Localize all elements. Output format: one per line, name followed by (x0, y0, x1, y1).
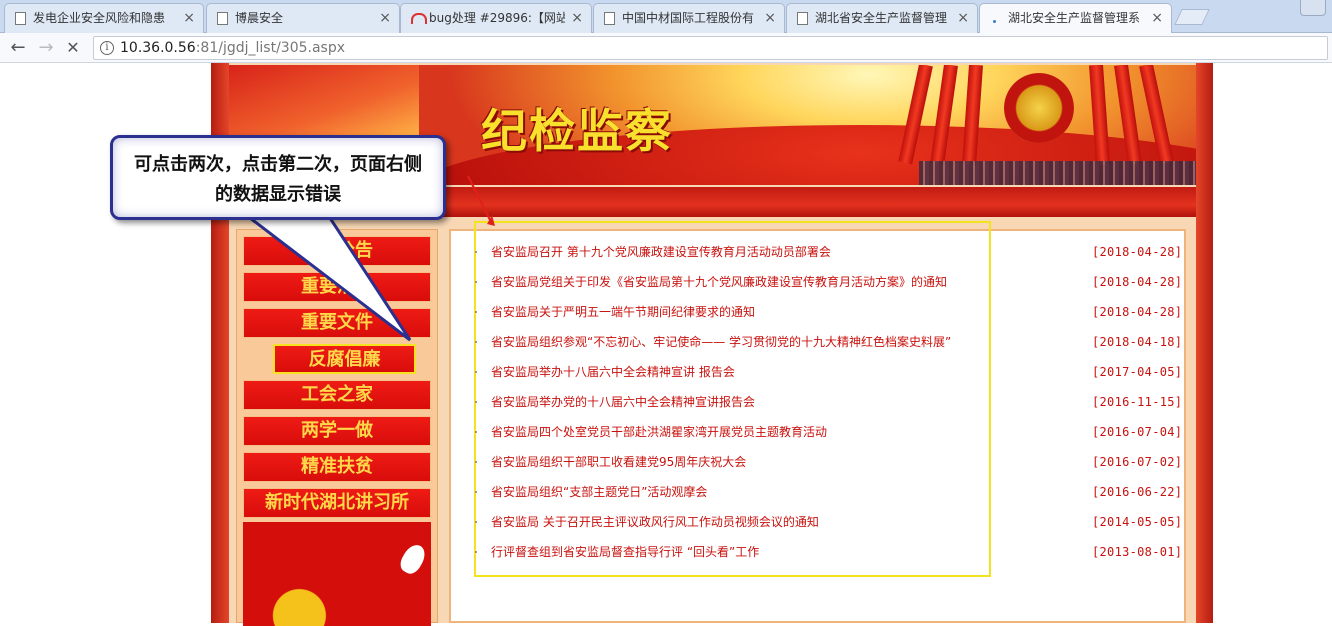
info-icon[interactable]: i (100, 41, 114, 55)
url-host: 10.36.0.56 (120, 40, 196, 56)
bullet-icon (475, 341, 477, 343)
article-date: [2016-11-15] (1092, 395, 1183, 409)
bullet-icon (475, 251, 477, 253)
callout-line: 可点击两次，点击第二次，页面右侧 (134, 154, 422, 175)
stop-loading-icon[interactable]: ✕ (62, 37, 84, 59)
tab-title: 湖北安全生产监督管理系 (1008, 11, 1141, 25)
article-title-link[interactable]: 行评督查组到省安监局督查指导行评 “回头看”工作 (491, 542, 759, 562)
bullet-icon (475, 551, 477, 553)
url-path: :81/jgdj_list/305.aspx (195, 40, 345, 56)
address-bar[interactable]: i 10.36.0.56:81/jgdj_list/305.aspx (93, 36, 1328, 60)
site-frame-right (1196, 63, 1213, 623)
article-title-link[interactable]: 省安监局组织参观“不忘初心、牢记使命—— 学习贯彻党的十九大精神红色档案史料展” (491, 332, 951, 352)
page-icon (604, 12, 615, 25)
article-date: [2017-04-05] (1092, 365, 1183, 379)
browser-tab[interactable]: 湖北省安全生产监督管理 × (786, 3, 978, 33)
article-title-link[interactable]: 省安监局举办党的十八届六中全会精神宣讲报告会 (491, 392, 755, 412)
bug-tracker-icon (411, 12, 427, 25)
bullet-icon (475, 371, 477, 373)
article-title-link[interactable]: 省安监局 关于召开民主评议政风行风工作动员视频会议的通知 (491, 512, 819, 532)
page-icon (217, 12, 228, 25)
browser-tab[interactable]: 发电企业安全风险和隐患 × (4, 3, 204, 33)
browser-tab[interactable]: bug处理 #29896:【网站 × (400, 3, 592, 33)
bullet-icon (475, 401, 477, 403)
article-date: [2018-04-18] (1092, 335, 1183, 349)
back-arrow-icon[interactable]: ← (7, 37, 29, 59)
tab-title: 博晨安全 (235, 11, 284, 25)
article-title-link[interactable]: 省安监局四个处室党员干部赴洪湖瞿家湾开展党员主题教育活动 (491, 422, 827, 442)
page-icon (797, 12, 808, 25)
browser-tab-active[interactable]: 湖北安全生产监督管理系 × (979, 3, 1172, 34)
browser-toolbar: ← → ✕ i 10.36.0.56:81/jgdj_list/305.aspx (0, 33, 1332, 63)
banner-crowd (919, 161, 1196, 185)
page-icon (15, 12, 26, 25)
forward-arrow-icon[interactable]: → (35, 37, 57, 59)
left-nav: 通知公告 重要活动 重要文件 反腐倡廉 工会之家 两学一做 精准扶贫 新时代湖北… (236, 229, 438, 626)
close-icon[interactable]: × (1151, 4, 1163, 32)
article-date: [2016-06-22] (1092, 485, 1183, 499)
article-date: [2016-07-02] (1092, 455, 1183, 469)
party-emblem-image (243, 522, 431, 626)
loading-dot-icon (990, 12, 1001, 25)
article-title-link[interactable]: 省安监局关于严明五一端午节期间纪律要求的通知 (491, 302, 755, 322)
national-emblem-icon (1004, 73, 1074, 143)
bullet-icon (475, 311, 477, 313)
new-tab-button[interactable] (1174, 9, 1210, 25)
bullet-icon (475, 491, 477, 493)
nav-item-documents[interactable]: 重要文件 (243, 308, 431, 338)
close-icon[interactable]: × (571, 4, 583, 32)
close-icon[interactable]: × (379, 4, 391, 32)
window-control-button[interactable] (1300, 0, 1326, 16)
article-title-link[interactable]: 省安监局举办十八届六中全会精神宣讲 报告会 (491, 362, 735, 382)
article-date: [2018-04-28] (1092, 305, 1183, 319)
nav-item-poverty-alleviation[interactable]: 精准扶贫 (243, 452, 431, 482)
article-date: [2014-05-05] (1092, 515, 1183, 529)
nav-item-anti-corruption[interactable]: 反腐倡廉 (273, 344, 416, 374)
browser-tab-strip: 发电企业安全风险和隐患 × 博晨安全 × bug处理 #29896:【网站 × … (0, 0, 1332, 34)
article-date: [2018-04-28] (1092, 275, 1183, 289)
bullet-icon (475, 521, 477, 523)
tab-title: 湖北省安全生产监督管理 (815, 11, 948, 25)
tab-title: 发电企业安全风险和隐患 (33, 11, 166, 25)
tab-title: 中国中材国际工程股份有 (622, 11, 755, 25)
bullet-icon (475, 461, 477, 463)
article-date: [2016-07-04] (1092, 425, 1183, 439)
nav-item-notices[interactable]: 通知公告 (243, 236, 431, 266)
article-title-link[interactable]: 省安监局召开 第十九个党风廉政建设宣传教育月活动动员部署会 (491, 242, 831, 262)
banner-title: 纪检监察 (481, 104, 673, 158)
annotation-callout: 可点击两次，点击第二次，页面右侧 的数据显示错误 (110, 135, 446, 220)
article-title-link[interactable]: 省安监局组织“支部主题党日”活动观摩会 (491, 482, 707, 502)
tab-title: bug处理 #29896:【网站 (429, 11, 565, 25)
close-icon[interactable]: × (957, 4, 969, 32)
browser-tab[interactable]: 中国中材国际工程股份有 × (593, 3, 785, 33)
close-icon[interactable]: × (764, 4, 776, 32)
article-title-link[interactable]: 省安监局组织干部职工收看建党95周年庆祝大会 (491, 452, 746, 472)
dove-icon (396, 541, 430, 577)
callout-line: 的数据显示错误 (215, 184, 341, 205)
browser-tab[interactable]: 博晨安全 × (206, 3, 400, 33)
bullet-icon (475, 431, 477, 433)
article-date: [2018-04-28] (1092, 245, 1183, 259)
article-date: [2013-08-01] (1092, 545, 1183, 559)
nav-item-lecture-hall[interactable]: 新时代湖北讲习所 (243, 488, 431, 518)
close-icon[interactable]: × (183, 4, 195, 32)
nav-item-two-studies[interactable]: 两学一做 (243, 416, 431, 446)
nav-item-activities[interactable]: 重要活动 (243, 272, 431, 302)
nav-item-union[interactable]: 工会之家 (243, 380, 431, 410)
bullet-icon (475, 281, 477, 283)
article-title-link[interactable]: 省安监局党组关于印发《省安监局第十九个党风廉政建设宣传教育月活动方案》的通知 (491, 272, 947, 292)
